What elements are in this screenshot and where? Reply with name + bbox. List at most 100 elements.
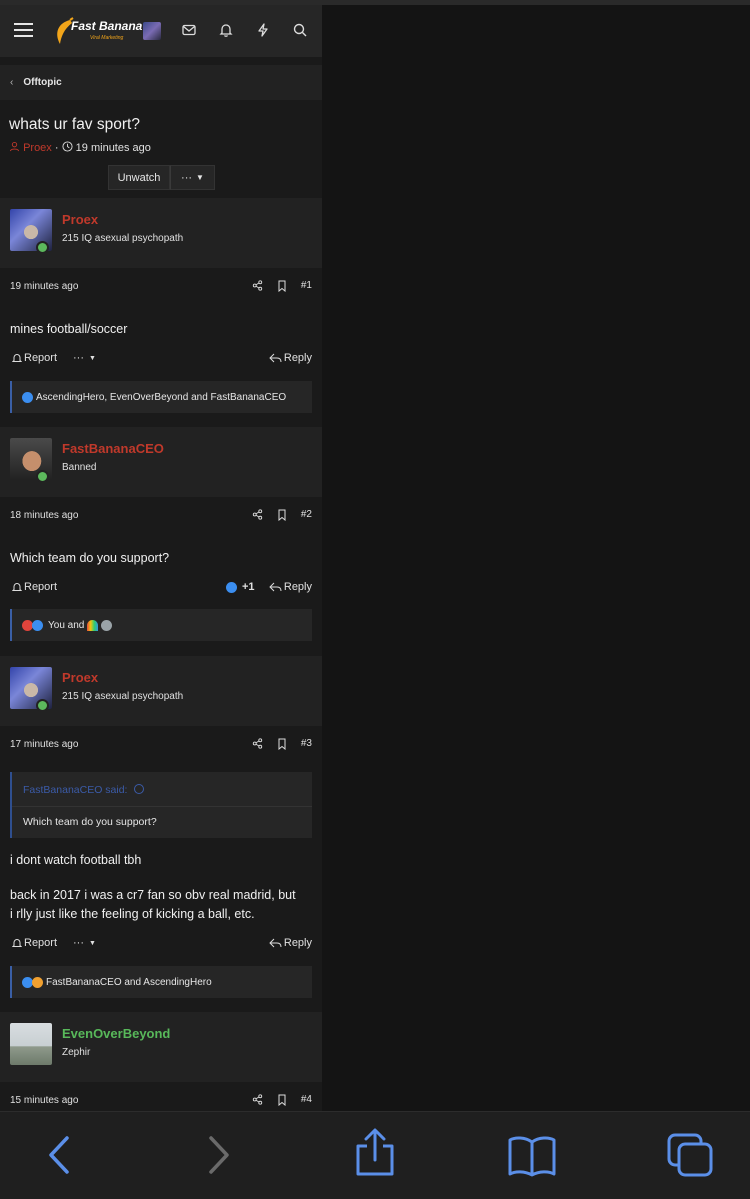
user-title: 215 IQ asexual psychopath bbox=[62, 691, 184, 702]
reactions-bar[interactable]: You and bbox=[10, 609, 312, 641]
bell-icon[interactable] bbox=[218, 22, 234, 38]
share-icon[interactable] bbox=[252, 509, 263, 520]
account-avatar[interactable] bbox=[143, 22, 161, 40]
like-reaction-icon bbox=[32, 619, 43, 631]
post-2-user-bar: FastBananaCEO Banned bbox=[0, 427, 322, 497]
share-icon[interactable] bbox=[252, 1094, 263, 1105]
bookmark-icon[interactable] bbox=[277, 280, 287, 292]
bell-icon bbox=[12, 353, 22, 362]
thread-author[interactable]: Proex bbox=[23, 142, 52, 154]
empty-right-pane bbox=[322, 5, 750, 1111]
post-number[interactable]: #1 bbox=[301, 280, 312, 291]
user-title: Banned bbox=[62, 462, 97, 473]
like-button[interactable]: +1 bbox=[226, 581, 255, 593]
post-time[interactable]: 18 minutes ago bbox=[10, 510, 78, 521]
logo-text: Fast Banana bbox=[71, 19, 143, 33]
report-button[interactable]: Report bbox=[12, 352, 57, 364]
browser-toolbar bbox=[0, 1111, 750, 1199]
post-username[interactable]: FastBananaCEO bbox=[62, 441, 164, 456]
report-button[interactable]: Report bbox=[12, 581, 57, 593]
post-time[interactable]: 17 minutes ago bbox=[10, 739, 78, 750]
more-dots: ··· bbox=[73, 937, 84, 949]
post-actions: Report ··· ▼ Reply bbox=[10, 352, 312, 368]
reactions-text: FastBananaCEO and AscendingHero bbox=[46, 976, 212, 988]
quote-divider bbox=[12, 806, 312, 807]
post-body: Which team do you support? bbox=[10, 549, 169, 568]
thread-more-button[interactable]: ··· ▼ bbox=[170, 165, 215, 190]
post-number[interactable]: #3 bbox=[301, 738, 312, 749]
reply-button[interactable]: Reply bbox=[269, 937, 312, 949]
site-logo[interactable]: Fast Banana Viral Marketing bbox=[52, 17, 142, 47]
more-dots: ··· bbox=[181, 171, 193, 184]
bolt-icon[interactable] bbox=[255, 22, 271, 38]
caret-down-icon: ▼ bbox=[89, 354, 96, 362]
post-text-line: Which team do you support? bbox=[10, 551, 170, 565]
post-3-user-bar: Proex 215 IQ asexual psychopath bbox=[0, 656, 322, 726]
share-icon[interactable] bbox=[354, 1128, 396, 1178]
thread-time: 19 minutes ago bbox=[75, 142, 151, 154]
share-icon[interactable] bbox=[252, 738, 263, 749]
quote-block: FastBananaCEO said: Which team do you su… bbox=[10, 772, 312, 838]
caret-down-icon: ▼ bbox=[196, 173, 204, 182]
reply-icon bbox=[269, 938, 282, 948]
post-username[interactable]: Proex bbox=[62, 212, 98, 227]
post-time[interactable]: 19 minutes ago bbox=[10, 281, 78, 292]
reactions-bar[interactable]: FastBananaCEO and AscendingHero bbox=[10, 966, 312, 998]
bell-icon bbox=[12, 582, 22, 591]
forward-arrow-icon[interactable] bbox=[205, 1134, 233, 1176]
reply-button[interactable]: Reply bbox=[269, 581, 312, 593]
online-status-icon bbox=[36, 699, 49, 712]
back-arrow-icon[interactable] bbox=[45, 1134, 73, 1176]
post-username[interactable]: Proex bbox=[62, 670, 98, 685]
breadcrumb[interactable]: ‹ Offtopic bbox=[10, 77, 62, 88]
user-avatar[interactable] bbox=[10, 1023, 52, 1065]
post-text-line: mines football/soccer bbox=[10, 322, 128, 336]
more-dots: ··· bbox=[73, 352, 84, 364]
reactions-text: AscendingHero, EvenOverBeyond and FastBa… bbox=[36, 391, 287, 403]
search-icon[interactable] bbox=[292, 22, 308, 38]
menu-icon[interactable] bbox=[14, 23, 33, 38]
chevron-left-icon: ‹ bbox=[10, 77, 14, 88]
bookmarks-icon[interactable] bbox=[507, 1134, 557, 1178]
reply-label: Reply bbox=[283, 937, 312, 949]
reply-icon bbox=[269, 582, 282, 592]
mail-icon[interactable] bbox=[181, 22, 197, 38]
like-count: +1 bbox=[242, 581, 255, 593]
report-button[interactable]: Report bbox=[12, 937, 57, 949]
bookmark-icon[interactable] bbox=[277, 1094, 287, 1106]
post-actions: Report +1 Reply bbox=[10, 581, 312, 597]
post-username[interactable]: EvenOverBeyond bbox=[62, 1026, 170, 1041]
reply-button[interactable]: Reply bbox=[269, 352, 312, 364]
user-icon bbox=[9, 142, 20, 152]
thread-buttons: Unwatch ··· ▼ bbox=[108, 165, 215, 190]
quote-author[interactable]: FastBananaCEO said: bbox=[23, 784, 145, 796]
rainbow-emoji-icon bbox=[87, 619, 99, 631]
unwatch-button[interactable]: Unwatch bbox=[108, 165, 170, 190]
quote-text: Which team do you support? bbox=[23, 816, 157, 828]
post-number[interactable]: #4 bbox=[301, 1094, 312, 1105]
online-status-icon bbox=[36, 241, 49, 254]
post-body: i dont watch football tbh back in 2017 i… bbox=[10, 851, 296, 924]
post-text-line: back in 2017 i was a cr7 fan so obv real… bbox=[10, 888, 296, 902]
site-header: Fast Banana Viral Marketing bbox=[0, 5, 322, 57]
jump-arrow-icon bbox=[134, 784, 145, 794]
like-reaction-icon bbox=[22, 391, 33, 403]
reactions-bar[interactable]: AscendingHero, EvenOverBeyond and FastBa… bbox=[10, 381, 312, 413]
post-number[interactable]: #2 bbox=[301, 509, 312, 520]
bookmark-icon[interactable] bbox=[277, 509, 287, 521]
share-icon[interactable] bbox=[252, 280, 263, 291]
post-body: mines football/soccer bbox=[10, 320, 127, 339]
post-tools: #2 bbox=[252, 509, 314, 523]
reply-label: Reply bbox=[283, 581, 312, 593]
tabs-icon[interactable] bbox=[666, 1132, 714, 1178]
post-more-button[interactable]: ··· ▼ bbox=[73, 937, 96, 949]
quote-author-text: FastBananaCEO said: bbox=[23, 784, 128, 796]
report-label: Report bbox=[24, 352, 58, 364]
post-more-button[interactable]: ··· ▼ bbox=[73, 352, 96, 364]
thread-title: whats ur fav sport? bbox=[9, 116, 140, 133]
bookmark-icon[interactable] bbox=[277, 738, 287, 750]
post-actions: Report ··· ▼ Reply bbox=[10, 937, 312, 953]
report-label: Report bbox=[24, 937, 58, 949]
alien-emoji-icon bbox=[101, 619, 113, 631]
post-time[interactable]: 15 minutes ago bbox=[10, 1095, 78, 1106]
